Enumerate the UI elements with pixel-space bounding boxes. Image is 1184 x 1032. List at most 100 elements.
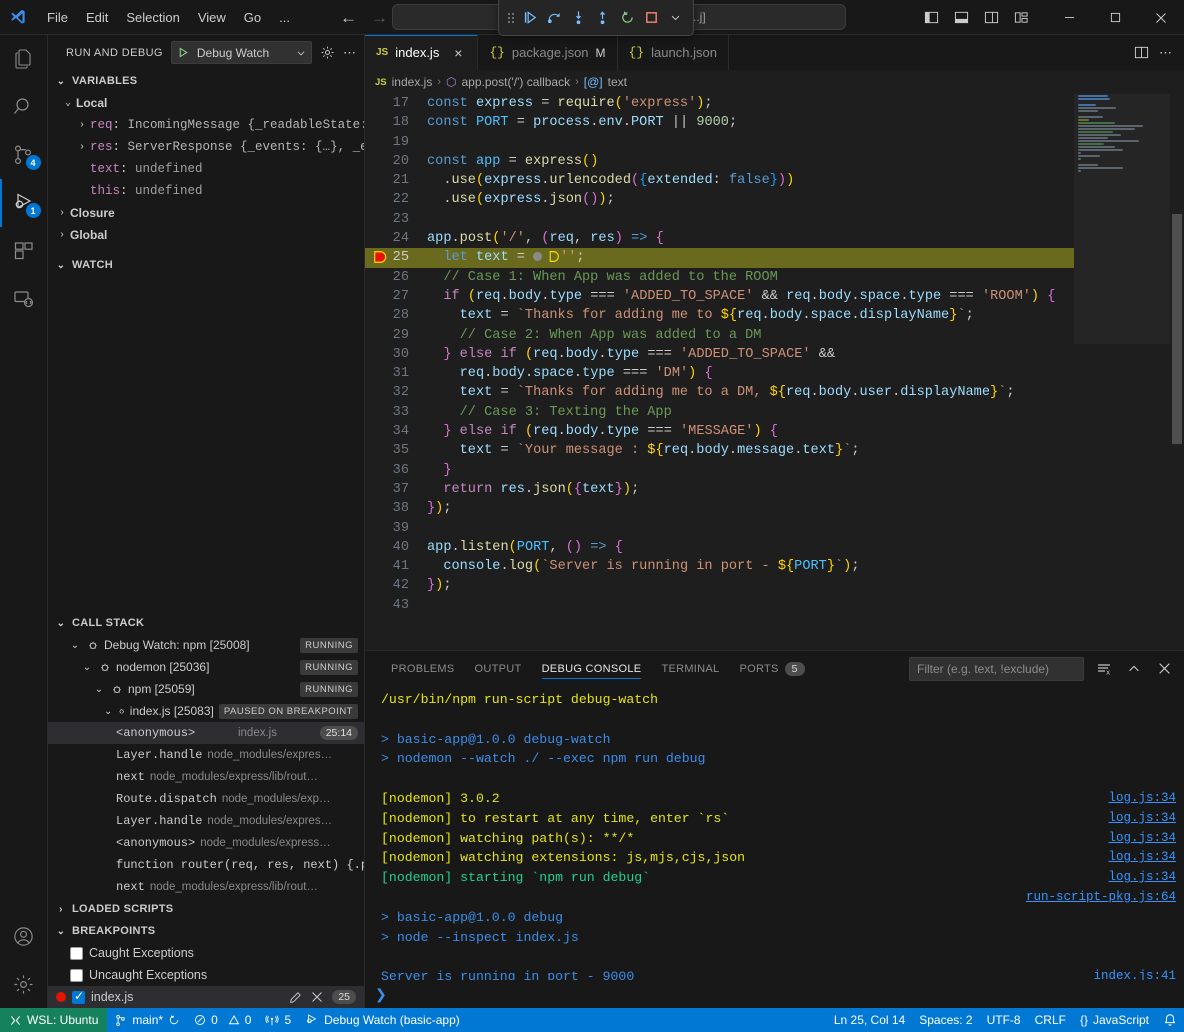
- console-source-link[interactable]: index.js:41: [1093, 967, 1176, 980]
- callstack-frame-row[interactable]: Layer.handle node_modules/expres…: [48, 810, 364, 832]
- code-line[interactable]: 20const app = express(): [365, 152, 1074, 171]
- checkbox[interactable]: [72, 991, 85, 1004]
- debug-settings-gear-icon[interactable]: [320, 42, 335, 64]
- status-notifications[interactable]: [1156, 1008, 1184, 1032]
- checkbox[interactable]: [70, 969, 83, 982]
- step-out-icon[interactable]: [592, 6, 614, 30]
- status-ports[interactable]: 5: [258, 1008, 298, 1032]
- code-line[interactable]: 19: [365, 133, 1074, 152]
- chevron-right-icon[interactable]: ›: [74, 142, 90, 153]
- status-language-mode[interactable]: {} JavaScript: [1073, 1008, 1156, 1032]
- code-line[interactable]: 40app.listen(PORT, () => {: [365, 538, 1074, 557]
- maximize-button[interactable]: [1092, 0, 1138, 35]
- code-line[interactable]: 25 let text = '';: [365, 248, 1074, 267]
- console-source-link[interactable]: log.js:34: [1108, 848, 1176, 868]
- code-line[interactable]: 27 if (req.body.type === 'ADDED_TO_SPACE…: [365, 287, 1074, 306]
- back-arrow-icon[interactable]: ←: [340, 9, 357, 26]
- debug-console-input[interactable]: ❯: [365, 980, 1184, 1008]
- code-line[interactable]: 24app.post('/', (req, res) => {: [365, 229, 1074, 248]
- code-line[interactable]: 38});: [365, 499, 1074, 518]
- console-source-link[interactable]: log.js:34: [1108, 868, 1176, 888]
- callstack-session-row[interactable]: ⌄ Debug Watch: npm [25008] RUNNING: [48, 634, 364, 656]
- console-source-link[interactable]: run-script-pkg.js:64: [1026, 888, 1176, 908]
- forward-arrow-icon[interactable]: →: [371, 9, 388, 26]
- activity-explorer-icon[interactable]: [0, 35, 48, 83]
- callstack-frame-row[interactable]: function router(req, res, next) {.pr: [48, 854, 364, 876]
- menu-file[interactable]: File: [39, 7, 76, 28]
- callstack-frame-row[interactable]: Layer.handle node_modules/expres…: [48, 744, 364, 766]
- step-into-icon[interactable]: [568, 6, 590, 30]
- chevron-right-icon[interactable]: ›: [74, 120, 90, 131]
- code-line[interactable]: 35 text = `Your message : ${req.body.mes…: [365, 441, 1074, 460]
- variable-row-req[interactable]: › req: IncomingMessage {_readableState: …: [48, 114, 364, 136]
- tab-debug-console[interactable]: DEBUG CONSOLE: [532, 651, 652, 686]
- breakpoint-row-index-js[interactable]: index.js 25: [48, 986, 364, 1008]
- chevron-right-icon[interactable]: ›: [54, 230, 70, 241]
- code-line[interactable]: 37 return res.json({text});: [365, 480, 1074, 499]
- debug-console-output[interactable]: /usr/bin/npm run-script debug-watch> bas…: [365, 686, 1184, 980]
- activity-extensions-icon[interactable]: [0, 227, 48, 275]
- menu-go[interactable]: Go: [236, 7, 269, 28]
- chevron-right-icon[interactable]: ›: [54, 208, 70, 219]
- variables-scope-global[interactable]: › Global: [48, 224, 364, 246]
- code-line[interactable]: 36 }: [365, 461, 1074, 480]
- code-line[interactable]: 22 .use(express.json());: [365, 190, 1074, 209]
- status-indentation[interactable]: Spaces: 2: [912, 1008, 979, 1032]
- breakpoints-pane-header[interactable]: ⌄ BREAKPOINTS: [48, 920, 364, 942]
- activity-search-icon[interactable]: [0, 83, 48, 131]
- toggle-primary-sidebar-icon[interactable]: [920, 7, 942, 29]
- code-line[interactable]: 23: [365, 210, 1074, 229]
- breakpoint-row-uncaught-exceptions[interactable]: Uncaught Exceptions: [48, 964, 364, 986]
- activity-accounts-icon[interactable]: [0, 912, 48, 960]
- variable-row-res[interactable]: › res: ServerResponse {_events: {…}, _ev…: [48, 136, 364, 158]
- console-source-link[interactable]: log.js:34: [1108, 829, 1176, 849]
- inline-debug-widget[interactable]: [533, 250, 560, 263]
- editor-more-actions-icon[interactable]: ⋯: [1159, 45, 1172, 61]
- activity-settings-icon[interactable]: [0, 960, 48, 1008]
- debug-configuration-select[interactable]: Debug Watch: [171, 41, 312, 64]
- callstack-frame-row[interactable]: <anonymous> index.js 25:14: [48, 722, 364, 744]
- checkbox[interactable]: [70, 947, 83, 960]
- status-cursor-position[interactable]: Ln 25, Col 14: [827, 1008, 912, 1032]
- code-line[interactable]: 32 text = `Thanks for adding me to a DM,…: [365, 383, 1074, 402]
- sidebar-more-actions-icon[interactable]: ⋯: [343, 42, 356, 64]
- breadcrumb-variable[interactable]: text: [608, 75, 627, 89]
- breakpoint-marker-icon[interactable]: [373, 250, 387, 264]
- restart-icon[interactable]: [616, 6, 638, 30]
- minimap-slider[interactable]: [1074, 94, 1170, 344]
- callstack-session-row[interactable]: ⌄ npm [25059] RUNNING: [48, 678, 364, 700]
- chevron-down-icon[interactable]: ⌄: [68, 640, 82, 651]
- chevron-down-icon[interactable]: [665, 6, 687, 30]
- breakpoint-row-caught-exceptions[interactable]: Caught Exceptions: [48, 942, 364, 964]
- console-source-link[interactable]: log.js:34: [1108, 789, 1176, 809]
- toggle-panel-icon[interactable]: [950, 7, 972, 29]
- editor-scrollbar[interactable]: [1170, 94, 1184, 650]
- watch-list[interactable]: [48, 276, 364, 612]
- tab-package-json[interactable]: {} package.json M: [478, 35, 617, 70]
- clear-console-icon[interactable]: x: [1094, 659, 1114, 679]
- code-line[interactable]: 39: [365, 519, 1074, 538]
- menu-more[interactable]: ...: [271, 7, 298, 28]
- drag-handle-icon[interactable]: [505, 13, 517, 23]
- callstack-frame-row[interactable]: <anonymous> node_modules/express…: [48, 832, 364, 854]
- chevron-down-icon[interactable]: ⌄: [104, 706, 113, 717]
- code-line[interactable]: 31 req.body.space.type === 'DM') {: [365, 364, 1074, 383]
- variable-row-this[interactable]: this: undefined: [48, 180, 364, 202]
- close-icon[interactable]: ×: [450, 45, 466, 61]
- code-line[interactable]: 17const express = require('express');: [365, 94, 1074, 113]
- filter-input[interactable]: Filter (e.g. text, !exclude): [909, 657, 1084, 681]
- tab-output[interactable]: OUTPUT: [465, 651, 532, 686]
- chevron-down-icon[interactable]: ⌄: [80, 662, 94, 673]
- scrollbar-thumb[interactable]: [1172, 214, 1182, 444]
- code-line[interactable]: 34 } else if (req.body.type === 'MESSAGE…: [365, 422, 1074, 441]
- tab-ports[interactable]: PORTS 5: [729, 651, 814, 686]
- status-remote-host[interactable]: WSL: Ubuntu: [0, 1008, 107, 1032]
- tab-index-js[interactable]: JS index.js ×: [365, 35, 478, 70]
- continue-icon[interactable]: [519, 6, 541, 30]
- status-problems[interactable]: 0 0: [187, 1008, 258, 1032]
- variables-scope-local[interactable]: ⌄ Local: [48, 92, 364, 114]
- code-editor[interactable]: 17const express = require('express');18c…: [365, 94, 1184, 650]
- minimap[interactable]: [1074, 94, 1170, 650]
- code-line[interactable]: 41 console.log(`Server is running in por…: [365, 557, 1074, 576]
- tab-problems[interactable]: PROBLEMS: [381, 651, 465, 686]
